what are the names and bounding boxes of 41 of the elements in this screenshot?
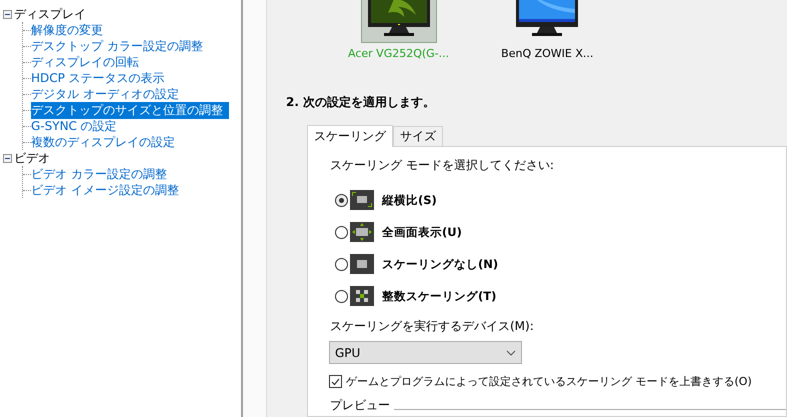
scaling-mode-icon	[350, 190, 374, 210]
radio-button[interactable]	[335, 194, 348, 206]
tree-item[interactable]: ビデオ イメージ設定の調整	[31, 182, 179, 198]
mode-label[interactable]: 縦横比(S)	[382, 192, 437, 208]
display-thumbnail[interactable]	[360, 0, 437, 43]
step-heading: 2. 次の設定を適用します。	[286, 94, 436, 111]
checkbox[interactable]	[329, 375, 342, 388]
scaling-mode-icon	[350, 222, 374, 242]
tree-item[interactable]: 解像度の変更	[31, 22, 103, 38]
tree-item[interactable]: ディスプレイの回転	[31, 54, 139, 70]
tree-item[interactable]: ビデオ カラー設定の調整	[31, 166, 167, 182]
device-label: スケーリングを実行するデバイス(M):	[330, 319, 534, 333]
mode-prompt: スケーリング モードを選択してください:	[330, 157, 555, 174]
radio-button[interactable]	[335, 258, 348, 270]
tree-group-label[interactable]: ビデオ	[14, 150, 50, 166]
monitor-icon	[514, 0, 580, 37]
tab[interactable]: スケーリング	[307, 125, 393, 147]
tree-item[interactable]: HDCP ステータスの表示	[31, 70, 165, 86]
radio-button[interactable]	[335, 226, 348, 238]
display-name: Acer VG252Q(G-...	[348, 47, 450, 60]
tree-group-label[interactable]: ディスプレイ	[14, 6, 86, 22]
checkbox-label[interactable]: ゲームとプログラムによって設定されているスケーリング モードを上書きする(O)	[346, 374, 752, 389]
scaling-mode-icon	[350, 286, 374, 306]
mode-label[interactable]: 全画面表示(U)	[382, 224, 462, 240]
chevron-down-icon	[506, 350, 516, 356]
mode-label[interactable]: スケーリングなし(N)	[382, 256, 498, 272]
tree-item[interactable]: デジタル オーディオの設定	[31, 86, 179, 102]
tree-item[interactable]: デスクトップのサイズと位置の調整	[31, 102, 229, 118]
tree-item[interactable]: G-SYNC の設定	[31, 118, 117, 134]
display-name: BenQ ZOWIE X...	[501, 47, 594, 60]
tree-item[interactable]: 複数のディスプレイの設定	[31, 134, 175, 150]
mode-label[interactable]: 整数スケーリング(T)	[382, 288, 496, 304]
tree-item[interactable]: デスクトップ カラー設定の調整	[31, 38, 203, 54]
preview-label: プレビュー	[330, 397, 390, 414]
radio-button[interactable]	[335, 290, 348, 302]
device-dropdown[interactable]: GPU	[329, 341, 522, 364]
monitor-icon	[366, 0, 432, 37]
collapse-toggle-icon[interactable]	[3, 154, 12, 162]
tab[interactable]: サイズ	[393, 126, 443, 146]
collapse-toggle-icon[interactable]	[3, 10, 12, 18]
scaling-mode-icon	[350, 254, 374, 274]
